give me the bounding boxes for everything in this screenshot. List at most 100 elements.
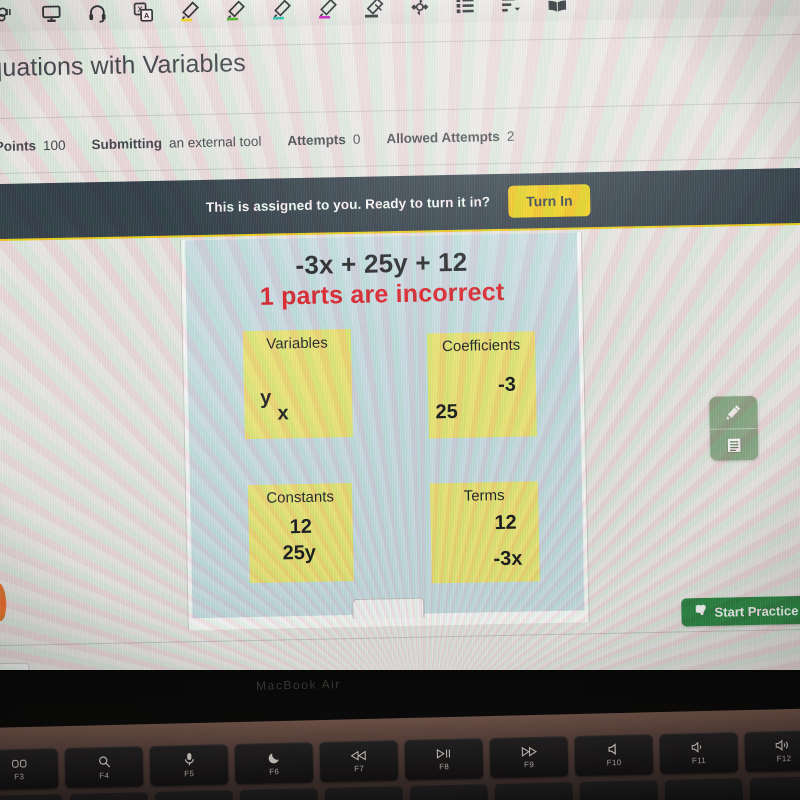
clear-highlights-icon[interactable]: [351, 0, 396, 23]
key-f5[interactable]: F5: [149, 744, 229, 787]
key-number-5[interactable]: [324, 786, 404, 800]
orange-annotation-mark: [0, 582, 7, 622]
spotlight-search-icon: [97, 755, 110, 770]
dictation-mic-icon: [183, 752, 194, 768]
key-f4-label: F4: [99, 770, 110, 780]
read-aloud-book-icon[interactable]: [535, 0, 580, 19]
collect-highlights-icon[interactable]: [443, 0, 488, 21]
fast-forward-icon: [521, 746, 537, 759]
pen-icon[interactable]: [709, 396, 758, 429]
chip-terms-1[interactable]: -3x: [493, 548, 522, 572]
key-f8[interactable]: F8: [404, 738, 484, 781]
translate-icon[interactable]: X A: [121, 0, 166, 28]
bucket-terms[interactable]: Terms 12 -3x: [429, 481, 540, 584]
mute-icon: [607, 743, 620, 757]
key-number-4[interactable]: [239, 788, 319, 800]
notes-icon[interactable]: [709, 427, 759, 461]
chip-coefficients-0[interactable]: -3: [498, 374, 516, 397]
highlighter-yellow-icon[interactable]: [167, 0, 212, 27]
divider-under-title: [0, 101, 800, 120]
chip-terms-0[interactable]: 12: [494, 512, 517, 535]
play-pause-icon: [436, 748, 452, 761]
bottom-divider: [0, 628, 800, 647]
key-f11[interactable]: F11: [659, 732, 739, 775]
svg-text:A: A: [144, 11, 150, 20]
highlighter-green-icon[interactable]: [213, 0, 258, 26]
screenshot-root: X A Equations with Variables Points 100 …: [0, 0, 800, 800]
turn-in-button[interactable]: Turn In: [507, 183, 591, 218]
sorting-activity-board: -3x + 25y + 12 1 parts are incorrect Var…: [184, 232, 585, 620]
laptop-body: MacBook Air F3 F4 F5 F6 F7 F8 F9 F10 F11…: [0, 670, 800, 800]
sync-icon[interactable]: [397, 0, 442, 22]
meta-submitting-value: an external tool: [168, 133, 262, 151]
rewind-icon: [350, 750, 367, 763]
meta-points-label: Points: [0, 138, 37, 155]
key-f12[interactable]: F12: [744, 730, 800, 773]
answer-drop-slot[interactable]: [352, 597, 425, 620]
volume-down-icon: [691, 741, 706, 755]
screen-mask-icon[interactable]: [29, 0, 74, 29]
key-f3[interactable]: F3: [0, 748, 59, 791]
key-f9-label: F9: [523, 759, 535, 769]
keyboard-deck: F3 F4 F5 F6 F7 F8 F9 F10 F11 F12: [0, 707, 800, 800]
meta-allowed-attempts-label: Allowed Attempts: [386, 128, 501, 147]
key-number-8[interactable]: [579, 780, 659, 800]
meta-attempts-label: Attempts: [287, 132, 347, 149]
start-practice-label: Start Practice: [714, 602, 799, 620]
bucket-coefficients[interactable]: Coefficients -3 25: [426, 331, 537, 439]
key-f11-label: F11: [691, 756, 707, 766]
start-practice-button[interactable]: Start Practice: [681, 595, 800, 627]
meta-attempts: Attempts 0: [287, 132, 360, 148]
key-f4[interactable]: F4: [64, 746, 144, 789]
key-number-3[interactable]: [154, 790, 234, 800]
annotation-widget[interactable]: [709, 395, 759, 461]
headphones-icon[interactable]: [75, 0, 120, 28]
bucket-variables[interactable]: Variables y x: [242, 329, 353, 440]
meta-points: Points 100: [0, 138, 66, 154]
key-f6[interactable]: F6: [234, 742, 314, 785]
key-number-10[interactable]: [749, 776, 800, 800]
turn-in-message: This is assigned to you. Ready to turn i…: [205, 194, 491, 215]
bucket-coefficients-title: Coefficients: [441, 336, 521, 356]
key-number-6[interactable]: [409, 784, 489, 800]
page-title: ng Equations with Variables: [0, 49, 247, 83]
chip-constants-1[interactable]: 25y: [249, 541, 349, 566]
key-number-1[interactable]: [0, 794, 64, 800]
key-f7[interactable]: F7: [319, 740, 399, 783]
assignment-meta-row: pm Points 100 Submitting an external too…: [0, 128, 541, 155]
highlighter-magenta-icon[interactable]: [305, 0, 350, 24]
meta-attempts-value: 0: [352, 131, 361, 147]
laptop-screen-photo: X A Equations with Variables Points 100 …: [0, 0, 800, 698]
chip-coefficients-1[interactable]: 25: [435, 401, 458, 424]
practice-icon: [693, 602, 707, 621]
meta-allowed-attempts: Allowed Attempts 2: [386, 129, 514, 147]
speech-pause-icon[interactable]: [0, 0, 28, 30]
key-number-9[interactable]: [664, 778, 744, 800]
key-f9[interactable]: F9: [489, 736, 569, 779]
bucket-terms-title: Terms: [463, 486, 505, 505]
chip-variables-1[interactable]: x: [277, 402, 289, 425]
key-number-7[interactable]: [494, 782, 574, 800]
bucket-variables-title: Variables: [266, 334, 328, 353]
external-tool-frame: -3x + 25y + 12 1 parts are incorrect Var…: [179, 232, 590, 631]
bucket-constants[interactable]: Constants 12 25y: [247, 483, 354, 584]
chip-variables-0[interactable]: y: [260, 387, 272, 410]
sort-vocabulary-icon[interactable]: [489, 0, 534, 20]
meta-points-value: 100: [42, 137, 66, 154]
key-f10-label: F10: [606, 758, 622, 768]
do-not-disturb-icon: [267, 751, 280, 766]
screen-surface: X A Equations with Variables Points 100 …: [0, 0, 800, 689]
bucket-constants-title: Constants: [266, 488, 335, 507]
meta-allowed-attempts-value: 2: [506, 128, 515, 144]
key-f12-label: F12: [776, 754, 792, 764]
canvas-assignment-page: ng Equations with Variables pm Points 10…: [0, 15, 800, 689]
volume-up-icon: [775, 739, 792, 753]
key-f10[interactable]: F10: [574, 734, 654, 777]
highlighter-cyan-icon[interactable]: [259, 0, 304, 25]
key-f5-label: F5: [184, 769, 195, 779]
meta-submitting: Submitting an external tool: [91, 134, 261, 152]
key-number-2[interactable]: [69, 792, 149, 800]
key-f6-label: F6: [269, 766, 280, 776]
chip-constants-0[interactable]: 12: [249, 515, 353, 540]
key-f7-label: F7: [354, 763, 365, 773]
